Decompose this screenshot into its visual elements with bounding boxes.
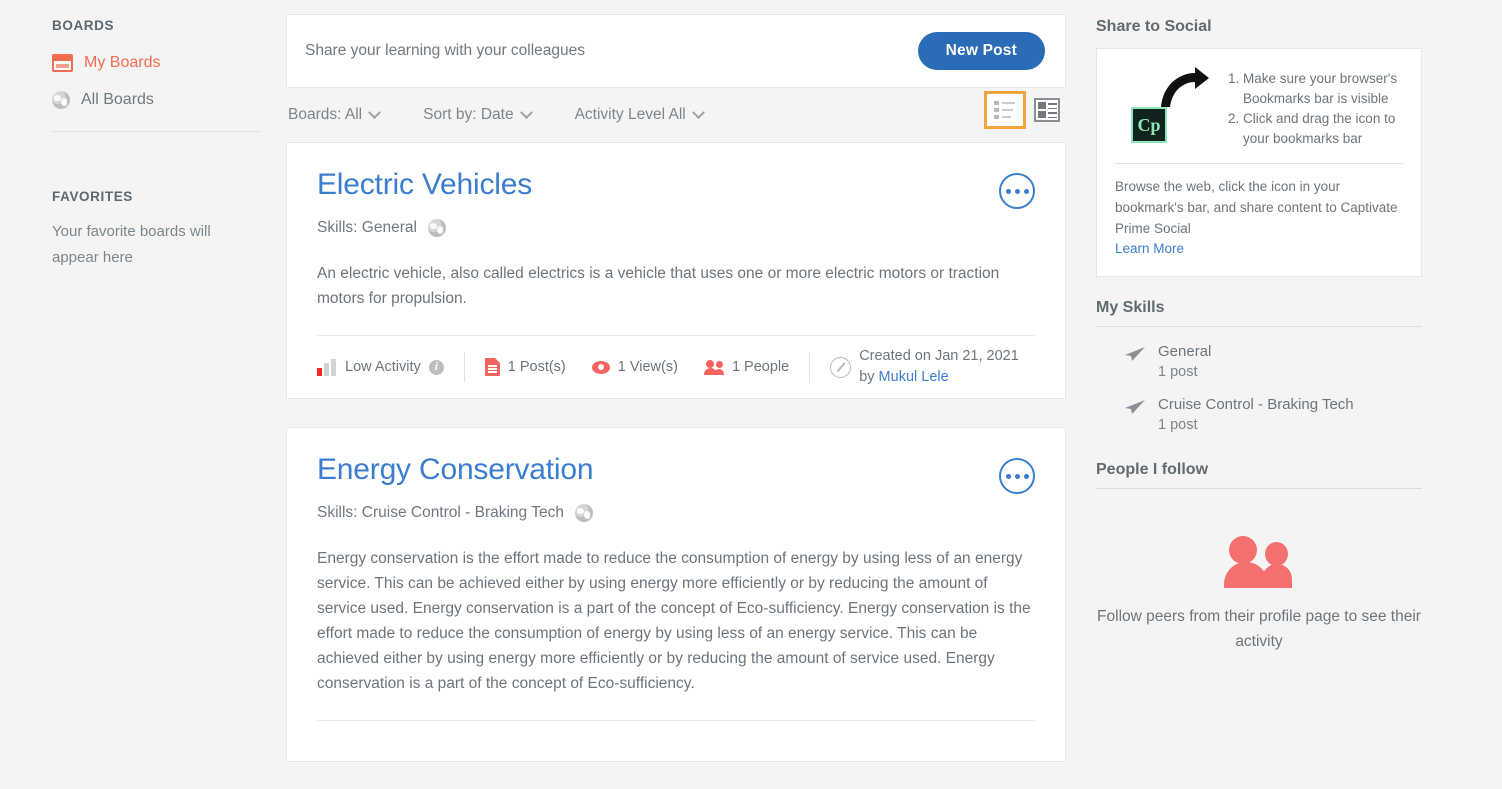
board-skills-line: Skills: General xyxy=(317,219,1035,237)
people-count-label: 1 People xyxy=(732,359,789,375)
activity-level-filter[interactable]: Activity Level All xyxy=(575,106,703,124)
views-stat: 1 View(s) xyxy=(592,359,678,375)
eye-icon xyxy=(592,361,610,374)
posts-stat: 1 Post(s) xyxy=(485,358,566,376)
posts-count-label: 1 Post(s) xyxy=(508,359,566,375)
globe-icon xyxy=(52,91,70,109)
people-stat: 1 People xyxy=(704,359,789,375)
skill-item[interactable]: Cruise Control - Braking Tech 1 post xyxy=(1096,396,1422,433)
board-card[interactable]: Electric Vehicles Skills: General An ele… xyxy=(286,142,1066,399)
people-i-follow-empty-text: Follow peers from their profile page to … xyxy=(1096,604,1422,654)
share-learning-bar: Share your learning with your colleagues… xyxy=(286,14,1066,88)
activity-level-stat: Low Activity i xyxy=(317,359,444,376)
board-stats-row: Low Activity i 1 Post(s) 1 View(s) xyxy=(317,336,1035,398)
my-skills-heading: My Skills xyxy=(1096,299,1422,317)
board-card-header: Energy Conservation xyxy=(317,454,1035,494)
document-icon xyxy=(485,358,500,376)
share-to-social-card: Cp Make sure your browser's Bookmarks ba… xyxy=(1096,48,1422,277)
favorites-section: FAVORITES Your favorite boards will appe… xyxy=(52,189,286,271)
left-sidebar: BOARDS My Boards All Boards FAVORITES Yo… xyxy=(0,0,286,789)
globe-icon xyxy=(575,504,593,522)
board-card[interactable]: Energy Conservation Skills: Cruise Contr… xyxy=(286,427,1066,762)
share-to-social-heading: Share to Social xyxy=(1096,18,1422,36)
views-count-label: 1 View(s) xyxy=(618,359,678,375)
people-i-follow-empty-state: Follow peers from their profile page to … xyxy=(1096,489,1422,654)
share-to-social-top: Cp Make sure your browser's Bookmarks ba… xyxy=(1115,65,1403,149)
boards-filter-label: Boards: All xyxy=(288,106,362,124)
sort-by-filter[interactable]: Sort by: Date xyxy=(423,106,530,124)
created-by-prefix: by xyxy=(859,369,874,385)
created-on-label: Created on Jan 21, 2021 xyxy=(859,348,1019,364)
people-icon xyxy=(1224,533,1294,588)
section-divider xyxy=(1096,326,1422,327)
favorites-empty-text: Your favorite boards will appear here xyxy=(52,219,252,271)
stat-separator xyxy=(809,352,810,382)
social-boards-page: BOARDS My Boards All Boards FAVORITES Yo… xyxy=(0,0,1502,789)
skill-name: General xyxy=(1158,343,1211,360)
captivate-prime-icon[interactable]: Cp xyxy=(1131,107,1167,143)
sort-by-filter-label: Sort by: Date xyxy=(423,106,513,124)
favorites-heading: FAVORITES xyxy=(52,189,286,204)
sidebar-divider xyxy=(52,131,260,132)
people-icon xyxy=(704,360,724,375)
share-to-social-body: Browse the web, click the icon in your b… xyxy=(1115,176,1403,239)
board-description: Energy conservation is the effort made t… xyxy=(317,546,1035,696)
my-skills-section: My Skills General 1 post Cruise Control … xyxy=(1096,299,1422,433)
board-skills-label: Skills: General xyxy=(317,219,417,237)
sidebar-item-all-boards[interactable]: All Boards xyxy=(52,84,286,115)
board-title[interactable]: Energy Conservation xyxy=(317,454,593,486)
share-step: Make sure your browser's Bookmarks bar i… xyxy=(1243,69,1403,109)
learn-more-link[interactable]: Learn More xyxy=(1115,241,1184,256)
sidebar-item-my-boards[interactable]: My Boards xyxy=(52,47,286,78)
people-i-follow-section: People I follow Follow peers from their … xyxy=(1096,461,1422,654)
created-by-author-link[interactable]: Mukul Lele xyxy=(879,369,949,385)
grid-view-toggle[interactable] xyxy=(1034,98,1060,122)
view-toggle-group xyxy=(984,91,1060,129)
right-rail: Share to Social Cp Make sure your browse… xyxy=(1066,0,1502,789)
board-title[interactable]: Electric Vehicles xyxy=(317,169,532,201)
activity-level-filter-label: Activity Level All xyxy=(575,106,686,124)
people-i-follow-heading: People I follow xyxy=(1096,461,1422,479)
clock-icon xyxy=(830,357,851,378)
stat-separator xyxy=(464,352,465,382)
board-skills-label: Skills: Cruise Control - Braking Tech xyxy=(317,504,564,522)
boards-heading: BOARDS xyxy=(52,18,286,33)
created-stat: Created on Jan 21, 2021 by Mukul Lele xyxy=(830,346,1019,388)
boards-filter[interactable]: Boards: All xyxy=(288,106,379,124)
share-to-social-section: Share to Social Cp Make sure your browse… xyxy=(1096,18,1422,277)
activity-bars-icon xyxy=(317,359,337,376)
info-icon[interactable]: i xyxy=(429,360,444,375)
chevron-down-icon xyxy=(692,106,705,119)
sidebar-item-label: All Boards xyxy=(81,91,154,109)
board-description: An electric vehicle, also called electri… xyxy=(317,261,1035,311)
globe-icon xyxy=(428,219,446,237)
chevron-down-icon xyxy=(520,106,533,119)
chevron-down-icon xyxy=(368,106,381,119)
skill-item[interactable]: General 1 post xyxy=(1096,343,1422,380)
boards-icon xyxy=(52,54,73,72)
new-post-button[interactable]: New Post xyxy=(918,32,1045,70)
activity-level-label: Low Activity xyxy=(345,359,421,375)
paper-plane-icon xyxy=(1124,346,1146,362)
paper-plane-icon xyxy=(1124,399,1146,415)
filter-bar: Boards: All Sort by: Date Activity Level… xyxy=(286,88,1066,142)
social-card-divider xyxy=(1115,163,1403,164)
list-view-toggle[interactable] xyxy=(984,91,1026,129)
board-more-options-button[interactable] xyxy=(999,458,1035,494)
grid-view-icon xyxy=(1038,102,1057,118)
sidebar-item-label: My Boards xyxy=(84,54,160,72)
share-to-social-steps: Make sure your browser's Bookmarks bar i… xyxy=(1225,65,1403,149)
share-step: Click and drag the icon to your bookmark… xyxy=(1243,109,1403,149)
board-more-options-button[interactable] xyxy=(999,173,1035,209)
skill-post-count: 1 post xyxy=(1158,364,1211,380)
list-view-icon xyxy=(994,101,1016,119)
main-content: Share your learning with your colleagues… xyxy=(286,0,1066,789)
bookmarklet-illustration: Cp xyxy=(1115,65,1211,143)
board-card-header: Electric Vehicles xyxy=(317,169,1035,209)
board-skills-line: Skills: Cruise Control - Braking Tech xyxy=(317,504,1035,522)
share-prompt: Share your learning with your colleagues xyxy=(305,42,585,60)
skill-post-count: 1 post xyxy=(1158,417,1354,433)
curved-arrow-icon xyxy=(1159,65,1211,109)
skill-name: Cruise Control - Braking Tech xyxy=(1158,396,1354,413)
